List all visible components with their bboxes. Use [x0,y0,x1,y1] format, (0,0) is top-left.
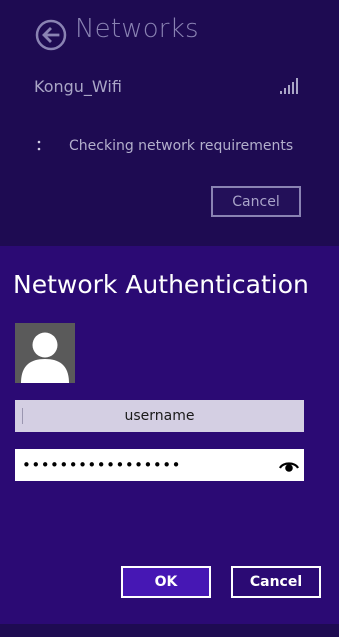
back-arrow-icon [35,19,67,51]
username-input[interactable] [15,400,304,432]
page-title: Networks [75,14,199,44]
network-name[interactable]: Kongu_Wifi [34,77,122,96]
text-caret [22,408,23,424]
bottom-strip [0,624,339,637]
password-input[interactable] [15,449,304,481]
dialog-title: Network Authentication [13,270,309,299]
wifi-signal-icon [280,78,300,94]
user-avatar-icon [15,323,75,383]
eye-reveal-icon[interactable] [279,458,299,472]
back-button[interactable] [35,19,67,51]
cancel-button[interactable]: Cancel [231,566,321,598]
ok-button[interactable]: OK [121,566,211,598]
progress-dots-icon [37,139,43,155]
cancel-connect-button[interactable]: Cancel [211,186,301,217]
status-text: Checking network requirements [69,138,294,154]
